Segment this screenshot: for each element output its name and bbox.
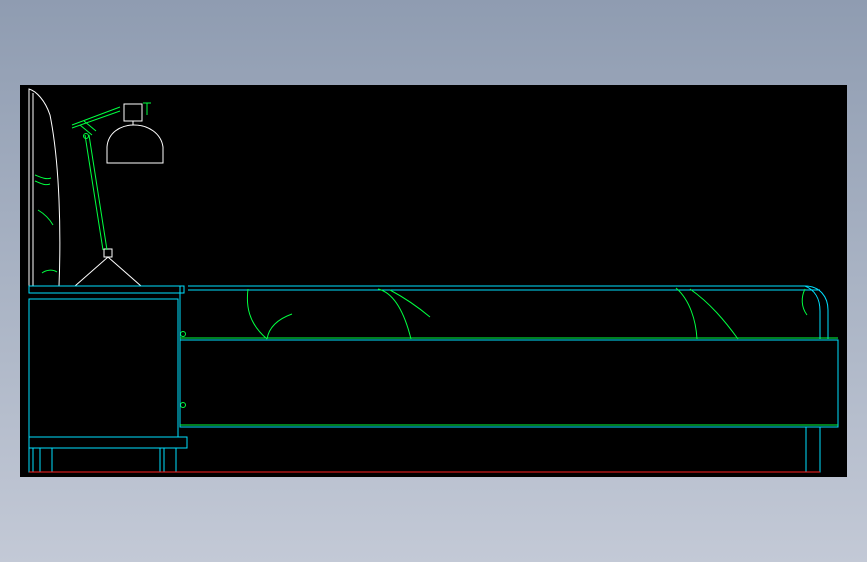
headboard	[29, 89, 60, 286]
bed-base	[180, 338, 838, 472]
pillow-folds	[247, 288, 807, 339]
desk-lamp	[72, 103, 163, 286]
bed-mattress	[180, 286, 828, 340]
nightstand	[29, 286, 187, 472]
cad-viewport[interactable]	[20, 85, 847, 477]
cushion-folds	[35, 175, 57, 273]
bedroom-elevation-drawing	[20, 85, 847, 477]
